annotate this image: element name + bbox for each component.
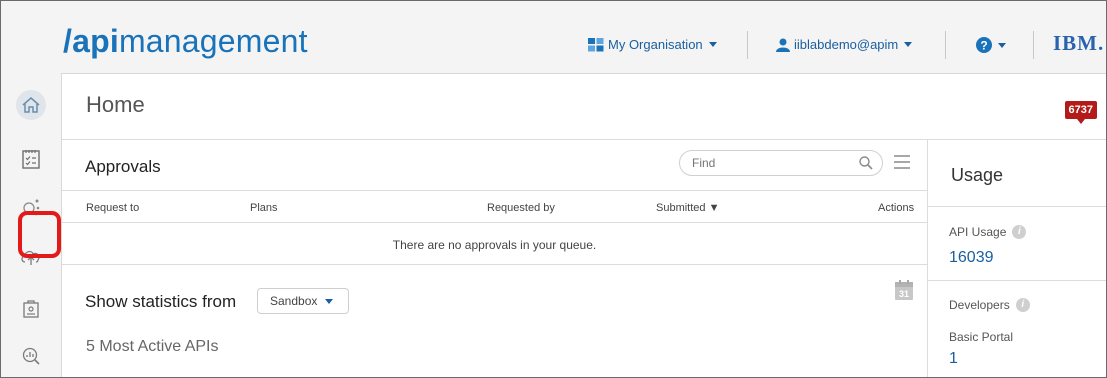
approvals-title: Approvals xyxy=(85,157,161,176)
calendar-day: 31 xyxy=(899,289,909,299)
notification-badge[interactable]: 6737 xyxy=(1064,101,1097,124)
approvals-icon xyxy=(22,150,40,169)
portal-value[interactable]: 1 xyxy=(949,350,958,368)
find-input[interactable] xyxy=(690,155,854,171)
usage-header-divider xyxy=(927,206,1106,207)
most-active-apis-title: 5 Most Active APIs xyxy=(86,338,219,355)
search-icon[interactable] xyxy=(858,155,874,171)
portal-label: Basic Portal xyxy=(949,330,1014,344)
chevron-down-icon xyxy=(904,42,913,47)
sidebar xyxy=(1,73,61,377)
environment-select[interactable]: Sandbox xyxy=(257,288,349,314)
organisation-label: My Organisation xyxy=(608,37,703,52)
column-header-requested-by[interactable]: Requested by xyxy=(487,202,555,214)
info-icon[interactable]: i xyxy=(1015,298,1030,312)
chevron-down-icon xyxy=(998,42,1006,48)
empty-approvals-message: There are no approvals in your queue. xyxy=(392,238,597,252)
app-window: /apimanagement My Organisation iiblabdem… xyxy=(0,0,1107,378)
sidebar-item-approvals[interactable] xyxy=(16,144,46,174)
usage-divider xyxy=(927,139,928,377)
organisation-menu[interactable]: My Organisation xyxy=(588,37,717,52)
user-icon xyxy=(776,38,790,52)
sidebar-item-developers[interactable] xyxy=(16,294,46,324)
column-header-actions: Actions xyxy=(878,202,915,214)
svg-text:?: ? xyxy=(980,39,987,53)
user-menu[interactable]: iiblabdemo@apim xyxy=(776,37,913,52)
chevron-down-icon xyxy=(325,298,334,304)
find-field[interactable] xyxy=(679,150,883,176)
top-bar: /apimanagement My Organisation iiblabdem… xyxy=(1,1,1106,73)
sidebar-item-search-analytics[interactable] xyxy=(16,341,46,371)
main-panel: Home 6737 Approvals Request to Plans Req… xyxy=(61,73,1106,377)
calendar-icon[interactable]: 31 xyxy=(895,280,913,300)
usage-divider-2 xyxy=(927,280,1106,281)
table-header-divider xyxy=(62,222,927,223)
home-icon xyxy=(22,97,40,113)
hamburger-menu-icon[interactable] xyxy=(893,154,911,170)
approvals-highlight-box xyxy=(18,211,61,258)
help-icon: ? xyxy=(976,37,992,53)
sidebar-item-home[interactable] xyxy=(16,90,46,120)
header-divider xyxy=(1033,31,1034,59)
approvals-header-divider xyxy=(62,190,927,191)
column-header-request-to[interactable]: Request to xyxy=(86,202,139,214)
api-usage-value[interactable]: 16039 xyxy=(949,249,994,267)
environment-value: Sandbox xyxy=(270,294,318,308)
column-header-submitted[interactable]: Submitted ▼ xyxy=(656,202,719,214)
header-divider xyxy=(945,31,946,59)
developer-icon xyxy=(23,300,39,318)
user-label: iiblabdemo@apim xyxy=(794,37,899,52)
title-divider xyxy=(62,139,1106,140)
app-logo[interactable]: /apimanagement xyxy=(63,21,308,61)
info-icon[interactable]: i xyxy=(1012,225,1027,239)
column-header-plans[interactable]: Plans xyxy=(250,202,278,214)
chevron-down-icon xyxy=(708,42,717,47)
api-usage-label: API Usage i xyxy=(949,225,1027,239)
developers-label: Developers i xyxy=(949,298,1030,312)
help-menu[interactable]: ? xyxy=(976,37,1006,53)
page-title: Home xyxy=(86,92,145,117)
header-divider xyxy=(747,31,748,59)
ibm-logo: IBM. xyxy=(1053,31,1105,55)
search-analytics-icon xyxy=(22,347,40,365)
usage-title: Usage xyxy=(951,165,1004,185)
section-divider xyxy=(62,264,927,265)
statistics-label: Show statistics from xyxy=(85,292,237,311)
organisation-icon xyxy=(588,37,604,51)
